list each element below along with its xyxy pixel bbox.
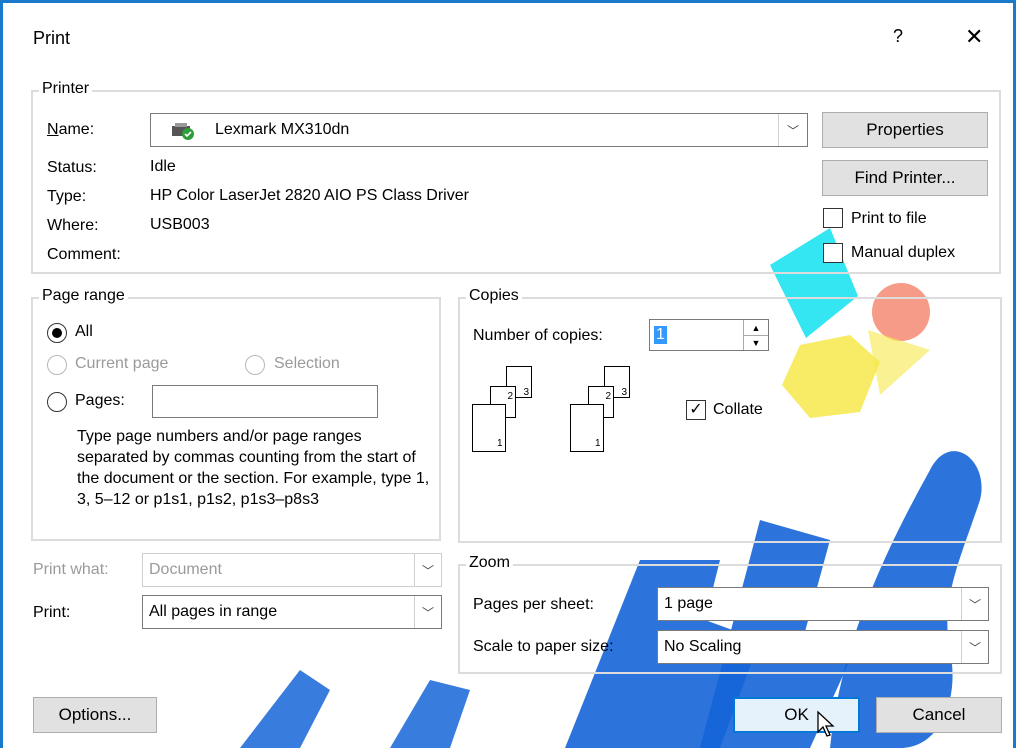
options-button[interactable]: Options... xyxy=(33,697,157,733)
chevron-down-icon[interactable]: ﹀ xyxy=(961,631,988,663)
collate-illustration-1: 3 2 1 xyxy=(472,366,542,456)
page-1-icon: 1 xyxy=(472,404,506,452)
printer-group-label: Printer xyxy=(39,80,93,98)
status-value: Idle xyxy=(150,158,176,175)
ok-button[interactable]: OK xyxy=(733,697,860,733)
copies-spinner[interactable]: ▲ ▼ xyxy=(743,320,768,350)
selection-label[interactable]: Selection xyxy=(274,355,340,373)
ok-text: OK xyxy=(784,705,809,724)
current-page-radio[interactable] xyxy=(47,355,67,375)
scale-to-paper-label: Scale to paper size: xyxy=(473,638,614,655)
pages-radio[interactable] xyxy=(47,392,67,412)
scale-to-paper-select[interactable]: No Scaling ﹀ xyxy=(657,630,989,664)
find-printer-button[interactable]: Find Printer... xyxy=(822,160,988,196)
print-to-file-checkbox[interactable] xyxy=(823,208,843,228)
print-select[interactable]: All pages in range ﹀ xyxy=(142,595,442,629)
dialog-title: Print xyxy=(33,28,71,48)
properties-button[interactable]: Properties xyxy=(822,112,988,148)
all-radio-label[interactable]: All xyxy=(75,323,93,341)
print-to-file-label[interactable]: Print to file xyxy=(851,210,927,228)
print-label: Print: xyxy=(33,604,71,621)
page-1-icon: 1 xyxy=(570,404,604,452)
where-value: USB003 xyxy=(150,216,210,233)
print-what-select[interactable]: Document ﹀ xyxy=(142,553,442,587)
spin-down-icon[interactable]: ▼ xyxy=(744,336,768,350)
status-label: Status: xyxy=(47,159,97,176)
number-of-copies-value: 1 xyxy=(654,326,667,344)
chevron-down-icon[interactable]: ﹀ xyxy=(414,554,441,586)
current-page-label[interactable]: Current page xyxy=(75,355,168,373)
print-what-label: Print what: xyxy=(33,561,109,578)
pages-input[interactable] xyxy=(152,385,378,418)
print-what-value: Document xyxy=(149,561,222,578)
all-radio[interactable] xyxy=(47,323,67,343)
chevron-down-icon[interactable]: ﹀ xyxy=(414,596,441,628)
pages-per-sheet-select[interactable]: 1 page ﹀ xyxy=(657,587,989,621)
manual-duplex-label[interactable]: Manual duplex xyxy=(851,244,955,262)
find-printer-text: Find Printer... xyxy=(854,168,956,187)
selection-radio[interactable] xyxy=(245,355,265,375)
help-icon[interactable]: ? xyxy=(893,26,903,47)
pages-per-sheet-value: 1 page xyxy=(664,595,713,612)
printer-name-label: Name: xyxy=(47,121,95,138)
page-range-help-text: Type page numbers and/or page ranges sep… xyxy=(77,428,430,508)
zoom-group-label: Zoom xyxy=(466,554,513,572)
printer-name-value: Lexmark MX310dn xyxy=(215,121,350,138)
collate-checkbox[interactable]: ✓ xyxy=(686,400,706,420)
collate-illustration-2: 3 2 1 xyxy=(570,366,640,456)
page-range-group-label: Page range xyxy=(39,287,128,305)
type-label: Type: xyxy=(47,188,87,205)
type-value: HP Color LaserJet 2820 AIO PS Class Driv… xyxy=(150,187,469,204)
chevron-down-icon[interactable]: ﹀ xyxy=(778,114,807,146)
print-value: All pages in range xyxy=(149,603,278,620)
number-of-copies-label: Number of copies: xyxy=(473,327,603,344)
scale-to-paper-value: No Scaling xyxy=(664,638,742,655)
properties-text: Properties xyxy=(866,120,944,139)
cancel-button[interactable]: Cancel xyxy=(876,697,1002,733)
pages-per-sheet-label: Pages per sheet: xyxy=(473,596,594,613)
manual-duplex-checkbox[interactable] xyxy=(823,243,843,263)
chevron-down-icon[interactable]: ﹀ xyxy=(961,588,988,620)
spin-up-icon[interactable]: ▲ xyxy=(744,320,768,336)
printer-icon xyxy=(171,122,194,140)
close-icon[interactable]: ✕ xyxy=(965,24,983,50)
options-text: Options... xyxy=(58,705,132,724)
comment-label: Comment: xyxy=(47,246,121,263)
collate-label[interactable]: Collate xyxy=(713,401,763,419)
cancel-text: Cancel xyxy=(912,705,966,724)
copies-group-label: Copies xyxy=(466,287,522,305)
printer-name-select[interactable]: Lexmark MX310dn ﹀ xyxy=(150,113,808,147)
where-label: Where: xyxy=(47,217,99,234)
pages-radio-label[interactable]: Pages: xyxy=(75,392,125,410)
